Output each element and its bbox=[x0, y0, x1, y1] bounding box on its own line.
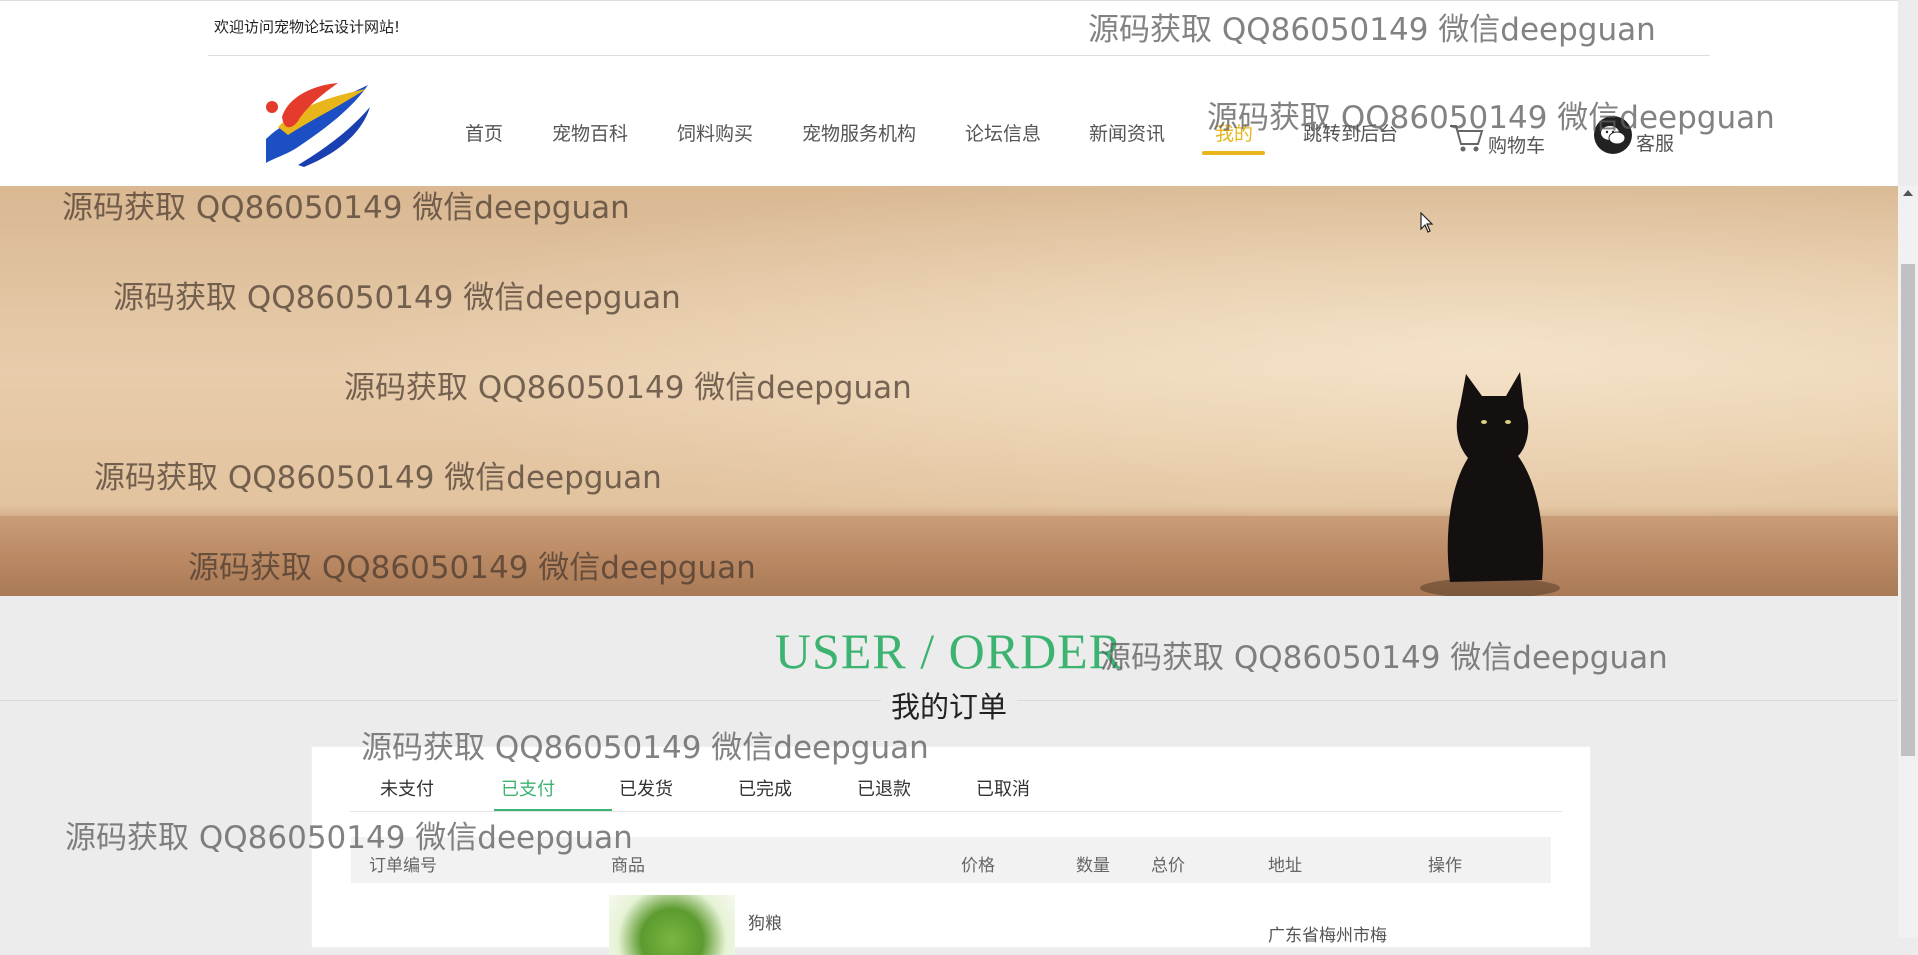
order-panel: 未支付 已支付 已发货 已完成 已退款 已取消 订单编号 商品 价格 数量 总价… bbox=[311, 746, 1591, 955]
product-thumbnail[interactable] bbox=[609, 895, 735, 955]
nav-active-underline bbox=[1202, 151, 1265, 155]
tab-refunded[interactable]: 已退款 bbox=[857, 775, 911, 801]
tab-cancelled[interactable]: 已取消 bbox=[976, 775, 1030, 801]
customer-service-label: 客服 bbox=[1636, 133, 1675, 155]
site-header: 欢迎访问宠物论坛设计网站! 首页 宠物百科 饲料购买 宠物服务机构 论坛信息 新… bbox=[0, 0, 1898, 187]
mouse-cursor-icon bbox=[1420, 212, 1434, 233]
section-title-cn-text: 我的订单 bbox=[880, 690, 1017, 724]
nav-forum[interactable]: 论坛信息 bbox=[965, 119, 1041, 146]
page-scrollbar[interactable] bbox=[1898, 186, 1918, 938]
nav-mine[interactable]: 我的 bbox=[1215, 119, 1253, 146]
hero-banner bbox=[0, 186, 1898, 596]
site-logo[interactable] bbox=[258, 77, 376, 167]
cart-label: 购物车 bbox=[1488, 135, 1546, 157]
order-address: 广东省梅州市梅 bbox=[1268, 926, 1387, 946]
cart-icon bbox=[1450, 124, 1484, 151]
tab-unpaid[interactable]: 未支付 bbox=[380, 775, 434, 801]
scroll-thumb[interactable] bbox=[1901, 264, 1915, 756]
col-order-no: 订单编号 bbox=[369, 856, 437, 876]
order-status-tabs: 未支付 已支付 已发货 已完成 已退款 已取消 bbox=[350, 747, 1562, 812]
tab-completed[interactable]: 已完成 bbox=[738, 775, 792, 801]
nav-pet-service[interactable]: 宠物服务机构 bbox=[802, 119, 916, 146]
tab-active-underline bbox=[494, 809, 612, 811]
black-cat-image bbox=[1420, 372, 1560, 596]
tab-paid[interactable]: 已支付 bbox=[501, 775, 555, 801]
col-total: 总价 bbox=[1151, 856, 1185, 876]
banner-floor bbox=[0, 516, 1898, 596]
nav-admin[interactable]: 跳转到后台 bbox=[1303, 119, 1398, 146]
tab-shipped[interactable]: 已发货 bbox=[619, 775, 673, 801]
product-name[interactable]: 狗粮 bbox=[748, 909, 782, 934]
section-title-en: USER / ORDER bbox=[774, 623, 1124, 679]
order-table-header: 订单编号 商品 价格 数量 总价 地址 操作 bbox=[351, 837, 1551, 883]
col-quantity: 数量 bbox=[1076, 856, 1110, 876]
wechat-icon bbox=[1594, 115, 1632, 154]
customer-service-button[interactable]: 客服 bbox=[1594, 113, 1674, 156]
col-price: 价格 bbox=[961, 856, 995, 876]
section-title-cn: 我的订单 bbox=[0, 684, 1898, 726]
header-divider bbox=[208, 55, 1710, 56]
nav-home[interactable]: 首页 bbox=[465, 119, 503, 146]
col-action: 操作 bbox=[1428, 856, 1462, 876]
nav-feed-shop[interactable]: 饲料购买 bbox=[677, 119, 753, 146]
welcome-text: 欢迎访问宠物论坛设计网站! bbox=[214, 18, 401, 36]
nav-pet-wiki[interactable]: 宠物百科 bbox=[552, 119, 628, 146]
col-product: 商品 bbox=[611, 856, 645, 876]
col-address: 地址 bbox=[1268, 856, 1302, 876]
scroll-up-arrow-icon[interactable] bbox=[1903, 190, 1913, 196]
cart-button[interactable]: 购物车 bbox=[1448, 117, 1545, 158]
nav-news[interactable]: 新闻资讯 bbox=[1089, 119, 1165, 146]
